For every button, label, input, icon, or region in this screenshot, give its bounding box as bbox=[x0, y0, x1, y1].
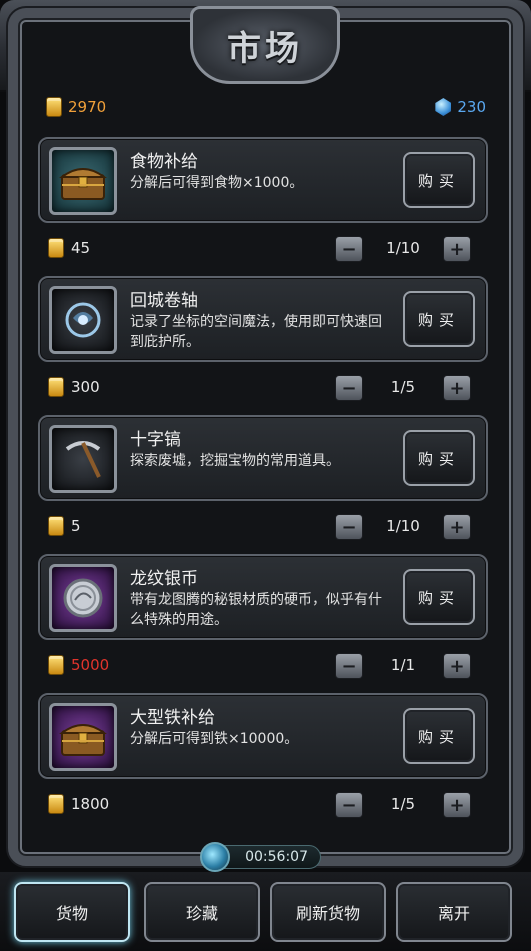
decrease-quantity-button[interactable]: − bbox=[335, 375, 363, 401]
gold-icon bbox=[48, 794, 64, 814]
price-value: 300 bbox=[71, 378, 100, 396]
item-description: 分解后可得到铁×10000。 bbox=[130, 731, 299, 747]
increase-quantity-button[interactable]: + bbox=[443, 653, 471, 679]
item-price: 45 bbox=[48, 238, 90, 258]
price-row: 300 − 1/5 + bbox=[48, 373, 480, 403]
price-value: 5000 bbox=[71, 656, 110, 674]
clock-icon bbox=[200, 842, 230, 872]
timer-text: 00:56:07 bbox=[245, 849, 308, 865]
item-price: 5 bbox=[48, 516, 81, 536]
treasure-chest-icon bbox=[49, 703, 117, 771]
price-value: 5 bbox=[71, 517, 81, 535]
buy-button[interactable]: 购买 bbox=[403, 291, 475, 347]
gold-amount: 2970 bbox=[68, 98, 107, 116]
decrease-quantity-button[interactable]: − bbox=[335, 514, 363, 540]
price-row: 1800 − 1/5 + bbox=[48, 790, 480, 820]
increase-quantity-button[interactable]: + bbox=[443, 514, 471, 540]
quantity-display: 1/1 bbox=[390, 656, 416, 674]
gold-icon bbox=[48, 516, 64, 536]
gold-icon bbox=[48, 238, 64, 258]
quantity-display: 1/10 bbox=[386, 517, 420, 535]
item-description: 记录了坐标的空间魔法，使用即可快速回到庇护所。 bbox=[130, 314, 382, 350]
quantity-display: 1/5 bbox=[390, 795, 416, 813]
price-row: 5000 − 1/1 + bbox=[48, 651, 480, 681]
gold-balance: 2970 bbox=[46, 97, 106, 117]
gem-icon bbox=[435, 98, 452, 116]
treasure-chest-icon bbox=[49, 147, 117, 215]
item-name: 食物补给 bbox=[130, 152, 198, 172]
tab-goods[interactable]: 货物 bbox=[14, 882, 130, 942]
bottom-tab-bar: 货物 珍藏 刷新货物 离开 bbox=[0, 872, 531, 951]
buy-button[interactable]: 购买 bbox=[403, 430, 475, 486]
decrease-quantity-button[interactable]: − bbox=[335, 236, 363, 262]
buy-button[interactable]: 购买 bbox=[403, 152, 475, 208]
list-item: 大型铁补给 分解后可得到铁×10000。 购买 bbox=[38, 693, 488, 779]
list-item: 十字镐 探索废墟，挖掘宝物的常用道具。 购买 bbox=[38, 415, 488, 501]
refresh-timer: 00:56:07 bbox=[200, 842, 321, 872]
buy-button[interactable]: 购买 bbox=[403, 708, 475, 764]
item-name: 回城卷轴 bbox=[130, 291, 198, 311]
decrease-quantity-button[interactable]: − bbox=[335, 792, 363, 818]
increase-quantity-button[interactable]: + bbox=[443, 375, 471, 401]
decrease-quantity-button[interactable]: − bbox=[335, 653, 363, 679]
price-row: 45 − 1/10 + bbox=[48, 234, 480, 264]
magic-scroll-icon bbox=[49, 286, 117, 354]
item-name: 十字镐 bbox=[130, 430, 181, 450]
increase-quantity-button[interactable]: + bbox=[443, 792, 471, 818]
tab-collection[interactable]: 珍藏 bbox=[144, 882, 260, 942]
increase-quantity-button[interactable]: + bbox=[443, 236, 471, 262]
page-title: 市场 bbox=[227, 28, 303, 69]
list-item: 回城卷轴 记录了坐标的空间魔法，使用即可快速回到庇护所。 购买 bbox=[38, 276, 488, 362]
gold-icon bbox=[48, 377, 64, 397]
price-value: 45 bbox=[71, 239, 91, 257]
gold-icon bbox=[46, 97, 62, 117]
leave-button[interactable]: 离开 bbox=[396, 882, 512, 942]
price-value: 1800 bbox=[71, 795, 110, 813]
pickaxe-icon bbox=[49, 425, 117, 493]
silver-coin-icon bbox=[49, 564, 117, 632]
item-price: 1800 bbox=[48, 794, 109, 814]
list-item: 龙纹银币 带有龙图腾的秘银材质的硬币，似乎有什么特殊的用途。 购买 bbox=[38, 554, 488, 640]
item-name: 龙纹银币 bbox=[130, 569, 198, 589]
currency-row: 2970 230 bbox=[46, 92, 486, 122]
buy-button[interactable]: 购买 bbox=[403, 569, 475, 625]
gem-balance: 230 bbox=[435, 98, 486, 116]
price-row: 5 − 1/10 + bbox=[48, 512, 480, 542]
gold-icon bbox=[48, 655, 64, 675]
item-description: 分解后可得到食物×1000。 bbox=[130, 175, 304, 191]
list-item: 食物补给 分解后可得到食物×1000。 购买 bbox=[38, 137, 488, 223]
quantity-display: 1/5 bbox=[390, 378, 416, 396]
item-description: 探索废墟，挖掘宝物的常用道具。 bbox=[130, 453, 340, 469]
item-price: 5000 bbox=[48, 655, 109, 675]
item-price: 300 bbox=[48, 377, 100, 397]
refresh-goods-button[interactable]: 刷新货物 bbox=[270, 882, 386, 942]
gem-amount: 230 bbox=[457, 98, 486, 116]
item-description: 带有龙图腾的秘银材质的硬币，似乎有什么特殊的用途。 bbox=[130, 592, 382, 628]
page-title-plate: 市场 bbox=[190, 6, 340, 84]
item-name: 大型铁补给 bbox=[130, 708, 215, 728]
quantity-display: 1/10 bbox=[386, 239, 420, 257]
